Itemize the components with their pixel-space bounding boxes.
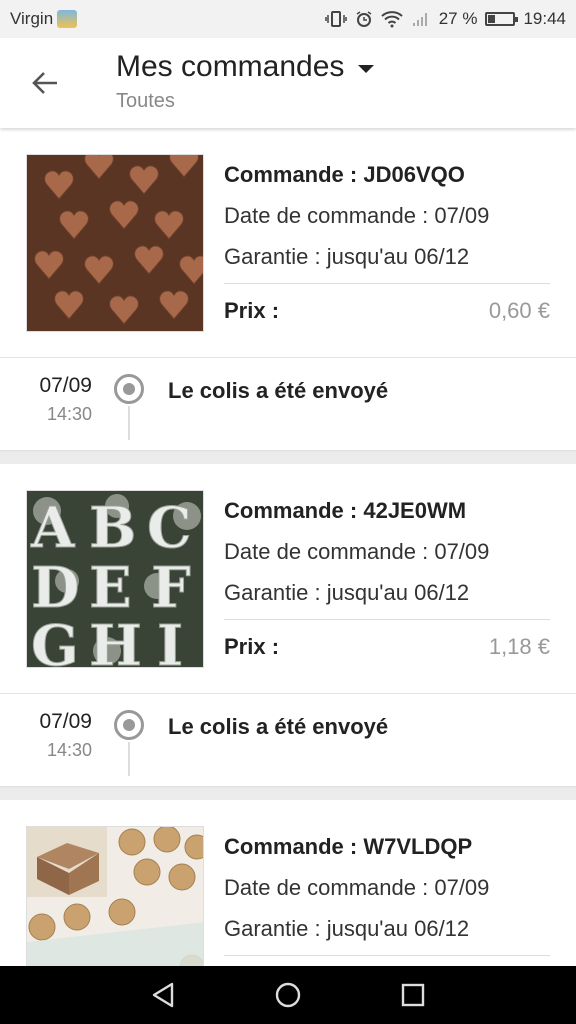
nav-home-button[interactable] xyxy=(265,972,311,1018)
page-subtitle: Toutes xyxy=(116,90,175,112)
order-price-row: Prix : 1,18 € xyxy=(224,620,550,674)
timeline-line xyxy=(128,742,130,776)
wifi-icon xyxy=(381,10,403,28)
timeline-dot-icon xyxy=(114,710,144,740)
tracking-status: Le colis a été envoyé xyxy=(168,378,389,403)
svg-text:E: E xyxy=(89,555,132,621)
price-label: Prix : xyxy=(224,298,280,323)
page-title: Mes commandes xyxy=(116,50,345,83)
wooden-hearts-image xyxy=(26,154,204,332)
tracking-time: 14:30 xyxy=(46,740,92,760)
battery-percentage: 27 % xyxy=(438,9,478,28)
svg-text:A: A xyxy=(30,495,76,561)
vibrate-icon xyxy=(324,10,347,28)
carrier-name: Virgin xyxy=(10,9,54,28)
price-value: 1,18 € xyxy=(488,634,550,659)
svg-text:G: G xyxy=(31,613,79,668)
thank-you-stickers-image xyxy=(26,826,204,966)
svg-text:I: I xyxy=(157,613,183,668)
title-dropdown[interactable]: Mes commandes Toutes xyxy=(116,50,375,113)
price-value: 0,60 € xyxy=(488,298,550,323)
nav-recents-button[interactable] xyxy=(390,972,436,1018)
triangle-back-icon xyxy=(152,982,173,1008)
order-guarantee: Garantie : jusqu'au 06/12 xyxy=(224,244,470,269)
nav-back-button[interactable] xyxy=(140,972,186,1018)
tracking-row[interactable]: 07/09 14:30 Le colis a été envoyé xyxy=(0,358,576,450)
caret-down-icon xyxy=(358,65,375,73)
order-card[interactable]: Commande : W7VLDQP Date de commande : 07… xyxy=(0,800,576,966)
signal-icon xyxy=(411,10,431,28)
orders-list[interactable]: Commande : JD06VQO Date de commande : 07… xyxy=(0,128,576,966)
svg-text:B: B xyxy=(89,495,136,561)
svg-text:C: C xyxy=(147,495,192,561)
order-date: Date de commande : 07/09 xyxy=(224,203,490,228)
status-icons: 27 % 19:44 xyxy=(324,9,566,29)
svg-text:D: D xyxy=(31,555,80,621)
svg-text:H: H xyxy=(89,613,142,668)
tracking-date: 07/09 xyxy=(39,710,92,733)
order-guarantee: Garantie : jusqu'au 06/12 xyxy=(224,580,470,605)
order-number: Commande : 42JE0WM xyxy=(224,498,467,523)
order-number: Commande : W7VLDQP xyxy=(224,834,473,859)
tracking-time: 14:30 xyxy=(46,404,92,424)
order-number: Commande : JD06VQO xyxy=(224,162,465,187)
order-date: Date de commande : 07/09 xyxy=(224,875,490,900)
status-bar: Virgin 27 % 19:44 xyxy=(0,0,576,38)
price-label: Prix : xyxy=(224,634,280,659)
order-card[interactable]: Commande : JD06VQO Date de commande : 07… xyxy=(0,128,576,450)
tracking-status: Le colis a été envoyé xyxy=(168,714,389,739)
tracking-row[interactable]: 07/09 14:30 Le colis a été envoyé xyxy=(0,694,576,786)
alarm-icon xyxy=(355,10,373,28)
letters-image: ABC DEF GHI xyxy=(26,490,204,668)
svg-text:F: F xyxy=(151,555,191,621)
square-recents-icon xyxy=(402,983,425,1007)
back-button[interactable] xyxy=(22,60,68,106)
timeline-line xyxy=(128,406,130,440)
order-date: Date de commande : 07/09 xyxy=(224,539,490,564)
app-bar: Mes commandes Toutes xyxy=(0,38,576,128)
arrow-left-icon xyxy=(32,72,57,94)
timeline-dot-icon xyxy=(114,374,144,404)
system-nav-bar xyxy=(0,966,576,1024)
carrier: Virgin xyxy=(10,9,78,29)
order-guarantee: Garantie : jusqu'au 06/12 xyxy=(224,916,470,941)
clock: 19:44 xyxy=(523,9,566,28)
order-price-row: Prix : 0,60 € xyxy=(224,284,550,338)
tracking-date: 07/09 xyxy=(39,374,92,397)
circle-home-icon xyxy=(275,982,301,1008)
battery-icon xyxy=(485,12,519,26)
carrier-badge-icon xyxy=(57,10,78,28)
order-card[interactable]: ABC DEF GHI Commande : 42JE0WM Date de c… xyxy=(0,464,576,786)
divider xyxy=(224,955,550,956)
